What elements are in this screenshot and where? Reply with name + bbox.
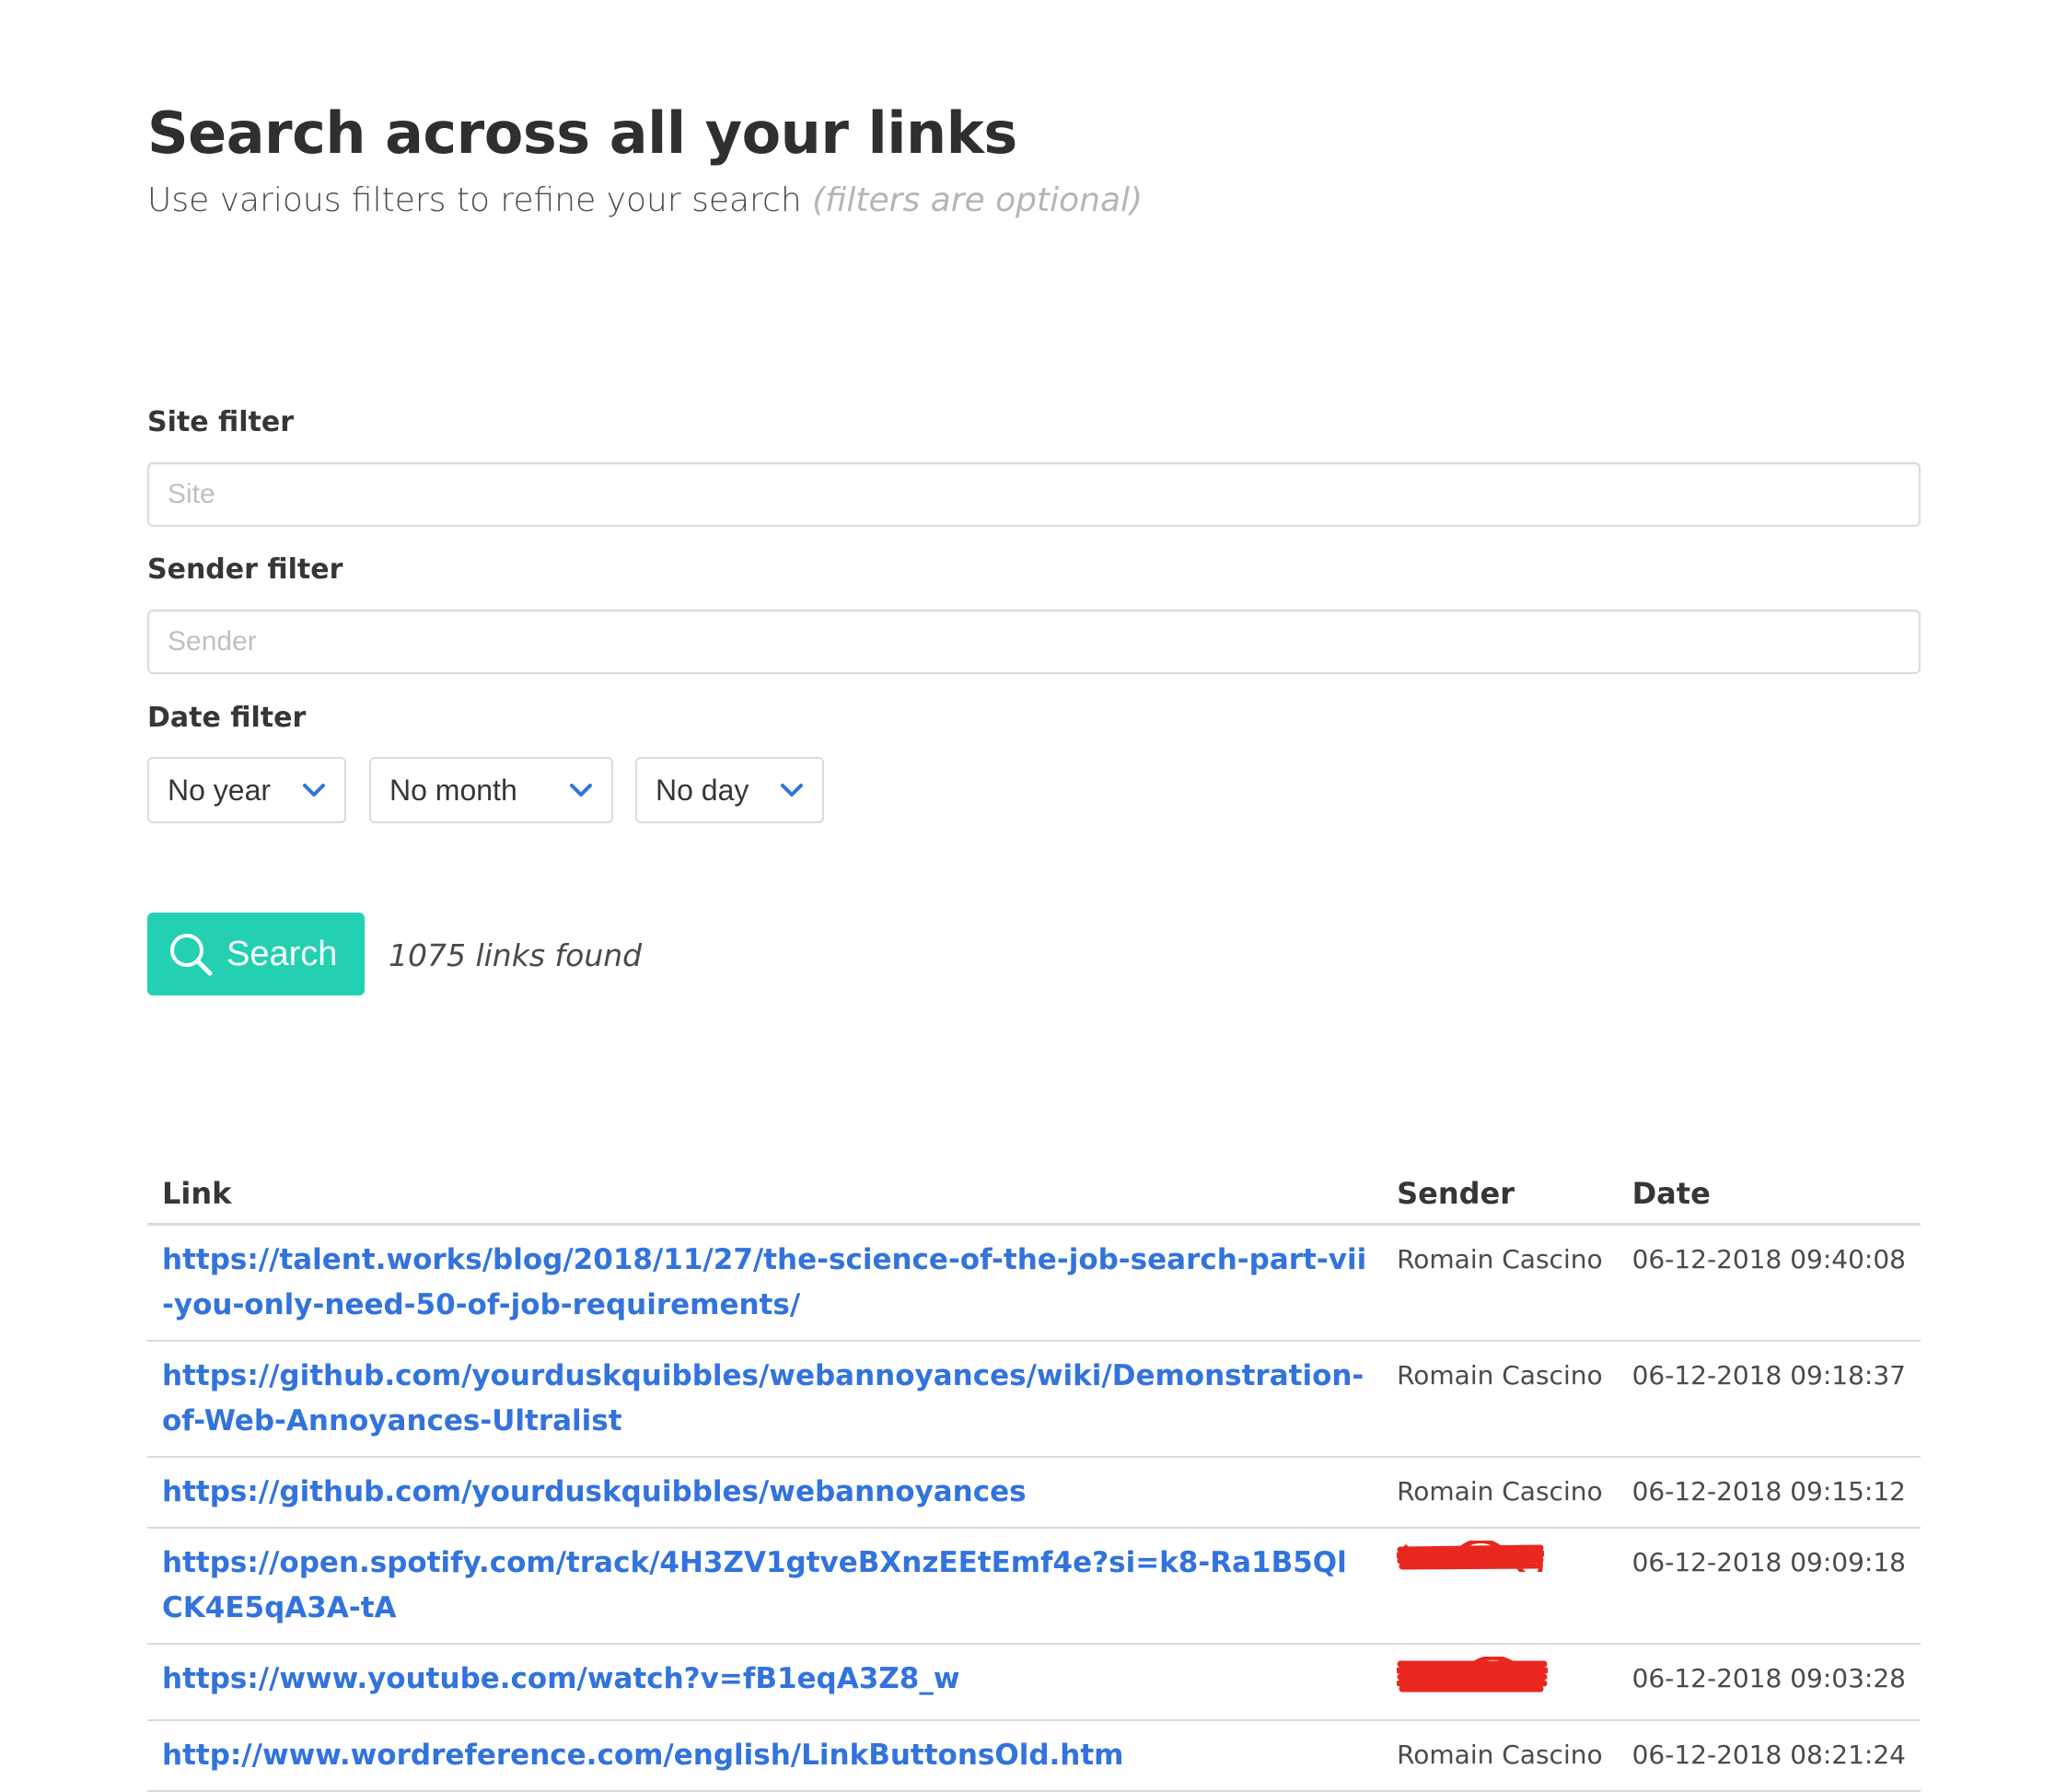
subtitle-text: Use various filters to refine your searc… [147,181,802,219]
table-row: https://talent.works/blog/2018/11/27/the… [147,1224,1921,1342]
redacted-sender [1395,1538,1546,1586]
year-select-value: No year [168,773,272,807]
redacted-sender [1395,1655,1550,1707]
chevron-down-icon [569,782,593,798]
table-row: https://github.com/yourduskquibbles/weba… [147,1457,1921,1529]
link-cell: https://github.com/yourduskquibbles/weba… [147,1341,1383,1458]
sender-filter-label: Sender filter [147,553,343,586]
date-cell: 06-12-2018 09:09:18 [1617,1528,1921,1645]
result-link[interactable]: https://open.spotify.com/track/4H3ZV1gtv… [162,1546,1347,1624]
date-cell: 06-12-2018 09:18:37 [1617,1341,1921,1458]
sender-cell: Romain Cascino [1382,1341,1618,1458]
result-link[interactable]: https://github.com/yourduskquibbles/weba… [162,1359,1364,1437]
date-filter-label: Date filter [147,702,307,734]
date-cell: 06-12-2018 09:40:08 [1617,1224,1921,1342]
column-header-sender: Sender [1382,1166,1618,1226]
day-select[interactable]: No day [635,757,824,823]
search-icon [170,934,213,976]
table-row: https://open.spotify.com/track/4H3ZV1gtv… [147,1528,1921,1645]
sender-cell: Romain Cascino [1382,1224,1618,1342]
sender-cell: Romain Cascino [1382,1720,1618,1792]
sender-cell: Romain Cascino [1382,1457,1618,1529]
year-select[interactable]: No year [147,757,346,823]
link-cell: http://www.wordreference.com/english/Lin… [147,1720,1383,1792]
sender-cell [1382,1644,1618,1721]
search-page: Search across all your links Use various… [0,0,2055,1792]
results-count: 1075 links found [389,937,643,973]
link-cell: https://talent.works/blog/2018/11/27/the… [147,1224,1383,1342]
result-link[interactable]: https://talent.works/blog/2018/11/27/the… [162,1243,1366,1321]
date-cell: 06-12-2018 09:15:12 [1617,1457,1921,1529]
link-cell: https://www.youtube.com/watch?v=fB1eqA3Z… [147,1644,1383,1721]
month-select-value: No month [389,773,517,807]
sender-input[interactable] [147,610,1921,674]
chevron-down-icon [302,782,326,798]
result-link[interactable]: https://github.com/yourduskquibbles/weba… [162,1475,1027,1508]
result-link[interactable]: http://www.wordreference.com/english/Lin… [162,1739,1123,1772]
sender-cell [1382,1528,1618,1645]
month-select[interactable]: No month [369,757,613,823]
results-table: Link Sender Date https://talent.works/bl… [147,1166,1921,1792]
day-select-value: No day [656,773,749,807]
search-button[interactable]: Search [147,913,365,995]
result-link[interactable]: https://www.youtube.com/watch?v=fB1eqA3Z… [162,1662,960,1695]
site-filter-label: Site filter [147,406,295,438]
page-title: Search across all your links [147,99,1017,167]
table-row: https://www.youtube.com/watch?v=fB1eqA3Z… [147,1644,1921,1721]
table-row: http://www.wordreference.com/english/Lin… [147,1720,1921,1792]
table-row: https://github.com/yourduskquibbles/weba… [147,1341,1921,1458]
table-header-row: Link Sender Date [147,1166,1921,1226]
link-cell: https://open.spotify.com/track/4H3ZV1gtv… [147,1528,1383,1645]
page-header: Search across all your links Use various… [147,99,1143,219]
date-cell: 06-12-2018 08:21:24 [1617,1720,1921,1792]
column-header-date: Date [1617,1166,1921,1226]
page-subtitle: Use various filters to refine your searc… [147,181,1143,219]
subtitle-optional-note: (filters are optional) [812,181,1144,219]
column-header-link: Link [147,1166,1383,1226]
site-input[interactable] [147,462,1921,527]
search-button-label: Search [226,934,338,973]
chevron-down-icon [780,782,804,798]
link-cell: https://github.com/yourduskquibbles/weba… [147,1457,1383,1529]
date-cell: 06-12-2018 09:03:28 [1617,1644,1921,1721]
